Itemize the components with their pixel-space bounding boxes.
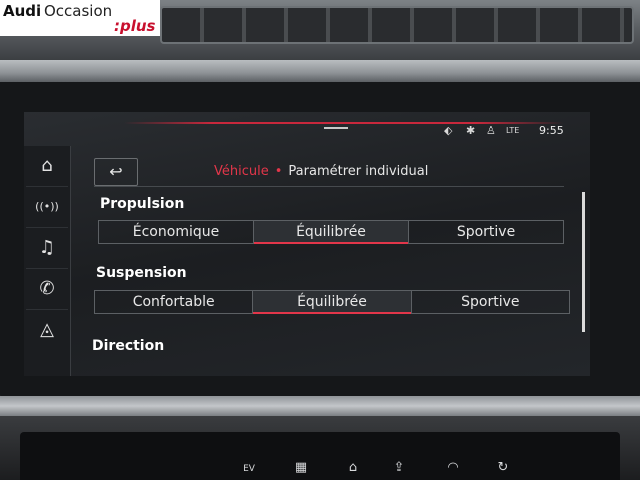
propulsion-option-sportive[interactable]: Sportive [409,221,563,243]
music-icon[interactable]: ♫ [26,228,68,269]
clock: 9:55 [539,124,564,137]
suspension-option-equilibree[interactable]: Équilibrée [253,291,412,314]
climate-home-icon[interactable]: ⌂ [340,458,366,478]
chrome-trim-top [0,60,640,82]
suspension-option-sportive[interactable]: Sportive [412,291,569,313]
direction-label[interactable]: Direction [92,338,164,354]
recirculation-icon[interactable]: ↻ [490,458,516,478]
suspension-option-confortable[interactable]: Confortable [95,291,254,313]
propulsion-label: Propulsion [100,196,185,212]
ev-mode-button[interactable]: EV [236,458,262,478]
lte-signal-icon: LTE [506,126,520,135]
logo-suffix: :plus [114,17,156,35]
dealer-logo: Audi Occasion :plus [0,0,160,36]
pull-down-handle[interactable] [324,127,348,129]
logo-brand: Audi [3,2,42,20]
home-icon[interactable]: ⌂ [26,146,68,187]
radio-icon[interactable]: ((•)) [26,187,68,228]
suspension-label: Suspension [96,265,187,281]
propulsion-option-economique[interactable]: Économique [99,221,254,243]
back-button[interactable]: ↩ [94,158,138,186]
air-vent [160,6,634,44]
breadcrumb-separator: • [274,164,283,179]
front-defrost-icon[interactable]: ◠ [440,458,466,478]
page-title: Paramétrer individual [288,164,429,179]
propulsion-option-equilibree[interactable]: Équilibrée [254,221,409,244]
suspension-selector: Confortable Équilibrée Sportive [94,290,570,314]
sidebar: ⌂ ((•)) ♫ ✆ ◬ [24,146,71,376]
user-profile-icon: ♙ [486,124,496,137]
logo-name: Occasion [44,2,113,20]
bluetooth-icon: ✱ [466,124,476,137]
scrollbar[interactable] [582,192,585,332]
infotainment-screen: ⬖ ✱ ♙ LTE 9:55 ⌂ ((•)) ♫ ✆ ◬ ↩ Véhicule •… [24,112,590,376]
seat-heating-icon[interactable]: ▦ [288,458,314,478]
chrome-trim-bottom [0,396,640,416]
header-divider [94,186,564,187]
rear-defrost-icon[interactable]: ⇪ [386,458,412,478]
accent-line [124,122,564,124]
breadcrumb-section[interactable]: Véhicule [214,164,269,179]
navigation-status-icon: ⬖ [444,124,453,137]
status-bar: ⬖ ✱ ♙ LTE 9:55 [24,112,590,142]
navigation-icon[interactable]: ◬ [26,310,68,350]
settings-content: ↩ Véhicule • Paramétrer individual Propuls… [88,146,578,374]
propulsion-selector: Économique Équilibrée Sportive [98,220,564,244]
breadcrumb: Véhicule • Paramétrer individual [214,164,428,179]
lower-touchscreen [20,432,620,480]
phone-icon[interactable]: ✆ [26,269,68,310]
